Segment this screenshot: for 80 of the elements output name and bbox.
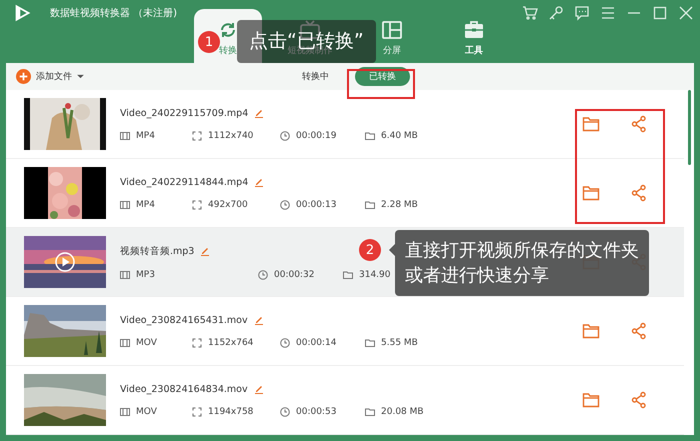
edit-icon[interactable] [254, 384, 264, 394]
plus-icon [16, 69, 31, 84]
film-icon [120, 270, 130, 280]
clock-icon [280, 200, 290, 210]
folder-icon[interactable] [582, 115, 600, 133]
file-size: 2.28 MB [381, 200, 418, 210]
folder-icon [365, 200, 375, 210]
file-name: Video_230824165431.mov [120, 314, 248, 326]
file-format: MP3 [136, 270, 155, 280]
list-row[interactable]: Video_230824164834.mov MOV 1194x758 00:00:53 20.08 MB [6, 366, 684, 435]
file-size: 6.40 MB [381, 130, 418, 140]
folder-icon [343, 270, 353, 280]
resize-icon [192, 130, 202, 140]
tab[interactable]: 转换 [219, 44, 237, 57]
split-screen-icon [381, 20, 403, 40]
folder-icon [365, 406, 375, 416]
file-format: MP4 [136, 200, 155, 210]
window-title: 数据蛙视频转换器 （未注册) [50, 6, 178, 20]
resize-icon [192, 406, 202, 416]
play-icon[interactable] [55, 252, 75, 272]
resolution: 1194x758 [208, 406, 254, 416]
resolution: 1112x740 [208, 130, 254, 140]
key-icon[interactable] [548, 4, 564, 20]
tab[interactable]: 工具 [465, 44, 483, 57]
menu-icon[interactable] [600, 4, 616, 20]
file-size: 20.08 MB [381, 406, 424, 416]
file-format: MOV [136, 338, 157, 348]
clock-icon [258, 270, 268, 280]
duration: 00:00:14 [296, 338, 336, 348]
share-icon[interactable] [630, 322, 648, 340]
toolbox-icon [463, 20, 485, 40]
tab[interactable]: 分屏 [383, 44, 401, 57]
duration: 00:00:13 [296, 200, 336, 210]
share-icon[interactable] [630, 115, 648, 133]
edit-icon[interactable] [254, 177, 264, 187]
film-icon [120, 338, 130, 348]
close-icon[interactable] [678, 4, 694, 20]
resize-icon [192, 338, 202, 348]
scrollbar[interactable] [688, 90, 691, 165]
edit-icon[interactable] [254, 315, 264, 325]
caret-icon [77, 74, 84, 79]
edit-icon[interactable] [254, 108, 264, 118]
clock-icon [280, 338, 290, 348]
file-name: 视频转音频.mp3 [120, 244, 194, 258]
duration: 00:00:53 [296, 406, 336, 416]
maximize-icon[interactable] [652, 4, 668, 20]
list-row[interactable]: Video_240229115709.mp4 MP4 1112x740 00:00:19 6.40 MB [6, 90, 684, 159]
highlight-frame [347, 69, 415, 99]
file-name: Video_230824164834.mov [120, 384, 248, 394]
duration: 00:00:19 [296, 130, 336, 140]
file-size: 5.55 MB [381, 338, 418, 348]
folder-icon [365, 130, 375, 140]
file-name: Video_240229115709.mp4 [120, 108, 248, 118]
file-format: MOV [136, 406, 157, 416]
resize-icon [192, 200, 202, 210]
resolution: 492x700 [208, 200, 248, 210]
clock-icon [280, 130, 290, 140]
folder-icon[interactable] [582, 322, 600, 340]
file-format: MP4 [136, 130, 155, 140]
clock-icon [280, 406, 290, 416]
tooltip-text: 或者进行快速分享 [405, 264, 550, 288]
film-icon [120, 406, 130, 416]
folder-icon [365, 338, 375, 348]
edit-icon[interactable] [200, 246, 210, 256]
folder-icon[interactable] [582, 391, 600, 409]
tooltip-text: 直接打开视频所保存的文件夹 [405, 239, 639, 263]
share-icon[interactable] [630, 184, 648, 202]
resolution: 1152x764 [208, 338, 254, 348]
film-icon [120, 130, 130, 140]
file-name: Video_240229114844.mp4 [120, 176, 248, 188]
duration: 00:00:32 [274, 270, 314, 280]
chat-icon[interactable] [574, 4, 590, 20]
cart-icon[interactable] [522, 4, 538, 20]
file-size: 314.90 [359, 270, 390, 280]
add-file-button[interactable]: 添加文件 [16, 69, 84, 84]
folder-icon[interactable] [582, 184, 600, 202]
list-row[interactable]: Video_230824165431.mov MOV 1152x764 00:00:14 5.55 MB [6, 297, 684, 366]
film-icon [120, 200, 130, 210]
status-tab[interactable]: 转换中 [288, 67, 343, 86]
share-icon[interactable] [630, 391, 648, 409]
